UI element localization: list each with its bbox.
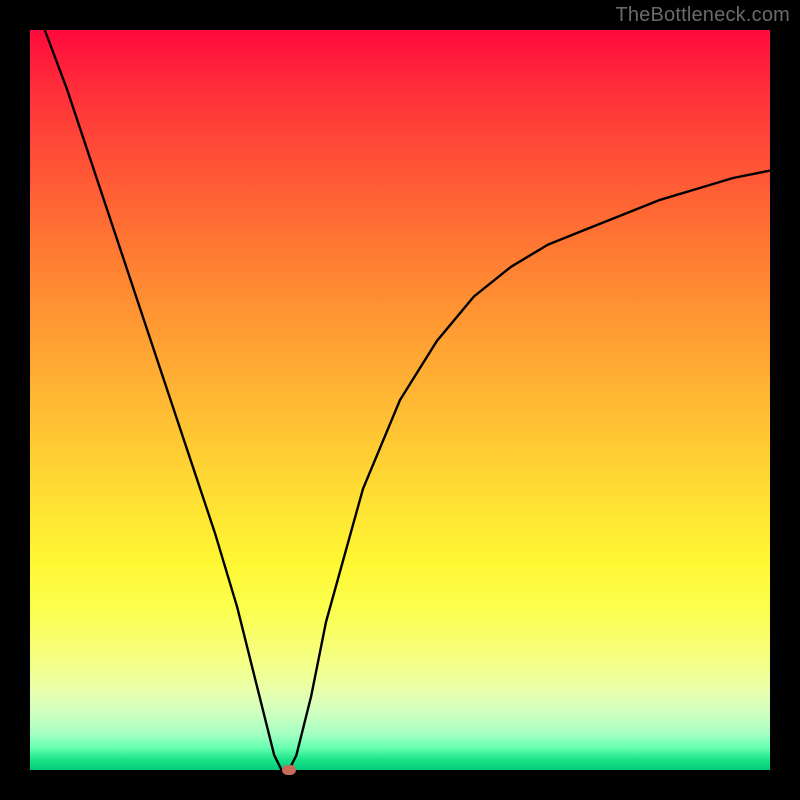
chart-frame: TheBottleneck.com [0,0,800,800]
curve-svg [30,30,770,770]
plot-area [30,30,770,770]
bottleneck-curve [45,30,770,770]
optimum-marker [282,765,296,775]
watermark-text: TheBottleneck.com [615,4,790,27]
